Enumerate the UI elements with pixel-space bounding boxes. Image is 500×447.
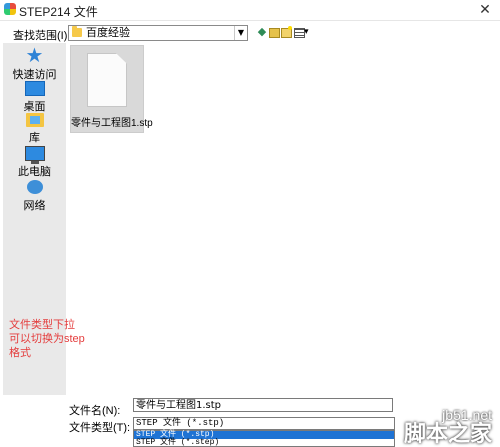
filetype-label: 文件类型(T): — [69, 422, 131, 434]
document-icon — [87, 53, 127, 107]
place-label: 快速访问 — [12, 69, 57, 81]
file-name: 零件与工程图1.stp — [71, 118, 153, 129]
file-item[interactable]: 零件与工程图1.stp — [70, 45, 153, 133]
star-icon — [26, 46, 44, 64]
new-folder-icon[interactable] — [280, 25, 292, 39]
place-library[interactable]: 库 — [3, 113, 66, 145]
computer-icon — [24, 146, 45, 164]
place-quick-access[interactable]: 快速访问 — [3, 46, 66, 82]
desktop-icon — [24, 81, 45, 96]
library-icon — [25, 113, 44, 127]
title-bar: STEP214 文件 — [0, 0, 500, 21]
folder-icon — [72, 26, 82, 37]
annotation-note: 文件类型下拉 可以切换为step 格式 — [9, 318, 85, 360]
watermark: jb51.net 脚本之家 — [404, 407, 492, 445]
filename-field[interactable]: 零件与工程图1.stp — [133, 398, 393, 412]
back-arrow-icon[interactable]: ◆ — [256, 25, 268, 39]
up-folder-icon[interactable] — [268, 25, 280, 39]
app-icon — [4, 3, 16, 15]
network-icon — [26, 179, 44, 195]
lookin-label: 查找范围(I): — [13, 30, 71, 42]
close-button[interactable] — [472, 0, 498, 20]
place-desktop[interactable]: 桌面 — [3, 81, 66, 114]
lookin-dropdown[interactable]: 百度经验 — [68, 25, 248, 41]
filetype-option[interactable]: STEP 文件 (*.step) — [134, 439, 394, 447]
file-list: 零件与工程图1.stp — [68, 43, 493, 395]
filetype-dropdown[interactable]: STEP 文件 (*.stp) — [133, 417, 395, 430]
lookin-value: 百度经验 — [86, 26, 130, 39]
place-network[interactable]: 网络 — [3, 179, 66, 213]
place-this-pc[interactable]: 此电脑 — [3, 146, 66, 179]
place-label: 网络 — [23, 200, 46, 212]
watermark-brand: 脚本之家 — [403, 421, 492, 446]
chevron-down-icon[interactable] — [234, 26, 247, 40]
place-label: 桌面 — [23, 101, 46, 113]
filename-label: 文件名(N): — [69, 405, 121, 417]
view-menu-icon[interactable] — [293, 25, 309, 39]
place-label: 此电脑 — [18, 166, 51, 178]
window-title: STEP214 文件 — [19, 5, 98, 19]
annotation-line: 格式 — [9, 347, 31, 359]
filetype-options: STEP 文件 (*.stp) STEP 文件 (*.step) — [133, 430, 395, 447]
annotation-line: 可以切换为step — [9, 333, 85, 345]
annotation-line: 文件类型下拉 — [9, 319, 75, 331]
place-label: 库 — [29, 132, 40, 144]
